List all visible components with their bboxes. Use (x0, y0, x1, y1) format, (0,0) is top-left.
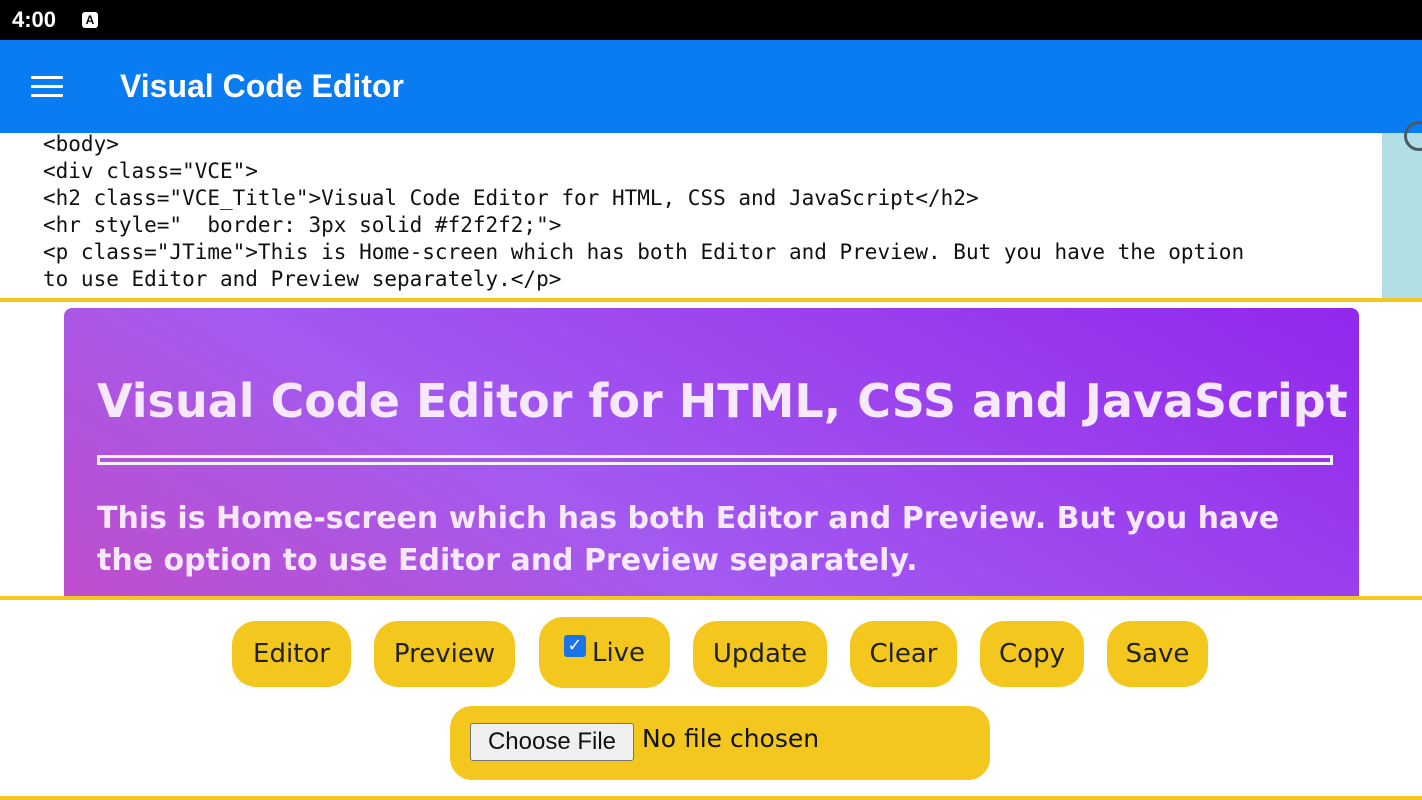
preview-title: Visual Code Editor for HTML, CSS and Jav… (97, 374, 1348, 428)
code-line: <hr style=" border: 3px solid #f2f2f2;"> (43, 213, 562, 237)
code-line: <body> (43, 133, 119, 156)
app-bar: Visual Code Editor (0, 40, 1422, 133)
save-button[interactable]: Save (1107, 621, 1208, 687)
code-line: <h2 class="VCE_Title">Visual Code Editor… (43, 186, 979, 210)
divider-top (0, 298, 1422, 302)
file-status: No file chosen (642, 724, 820, 753)
copy-button[interactable]: Copy (980, 621, 1084, 687)
preview-card: Visual Code Editor for HTML, CSS and Jav… (64, 308, 1359, 596)
live-label: Live (591, 637, 646, 668)
live-checkbox[interactable]: ✓ (563, 634, 586, 657)
menu-icon[interactable] (31, 76, 63, 98)
preview-rule (97, 455, 1333, 465)
status-bar: 4:00 A (0, 0, 1422, 40)
preview-paragraph: This is Home-screen which has both Edito… (97, 501, 1280, 578)
choose-file-button[interactable]: Choose File (470, 723, 634, 761)
preview-button[interactable]: Preview (374, 621, 515, 687)
file-input-container: Choose File No file chosen (450, 706, 990, 780)
status-time: 4:00 (12, 7, 57, 32)
editor-scrollbar[interactable] (1382, 121, 1422, 298)
clear-button[interactable]: Clear (850, 621, 957, 687)
update-button[interactable]: Update (693, 621, 827, 687)
preview-pane: Visual Code Editor for HTML, CSS and Jav… (0, 306, 1422, 596)
toolbar: Editor Preview ✓ Live Update Clear Copy … (0, 600, 1422, 796)
scroll-handle-icon[interactable] (1404, 121, 1422, 151)
code-line: <p class="JTime">This is Home-screen whi… (43, 240, 1245, 264)
code-line: <div class="VCE"> (43, 159, 258, 183)
app-title: Visual Code Editor (120, 68, 404, 104)
code-line: to use Editor and Preview separately.</p… (43, 267, 562, 291)
editor-button[interactable]: Editor (232, 621, 351, 687)
live-toggle[interactable]: ✓ Live (539, 617, 670, 688)
divider-bottom (0, 796, 1422, 800)
code-editor[interactable]: <body> <div class="VCE"> <h2 class="VCE_… (0, 133, 1382, 298)
notification-icon: A (82, 12, 98, 28)
